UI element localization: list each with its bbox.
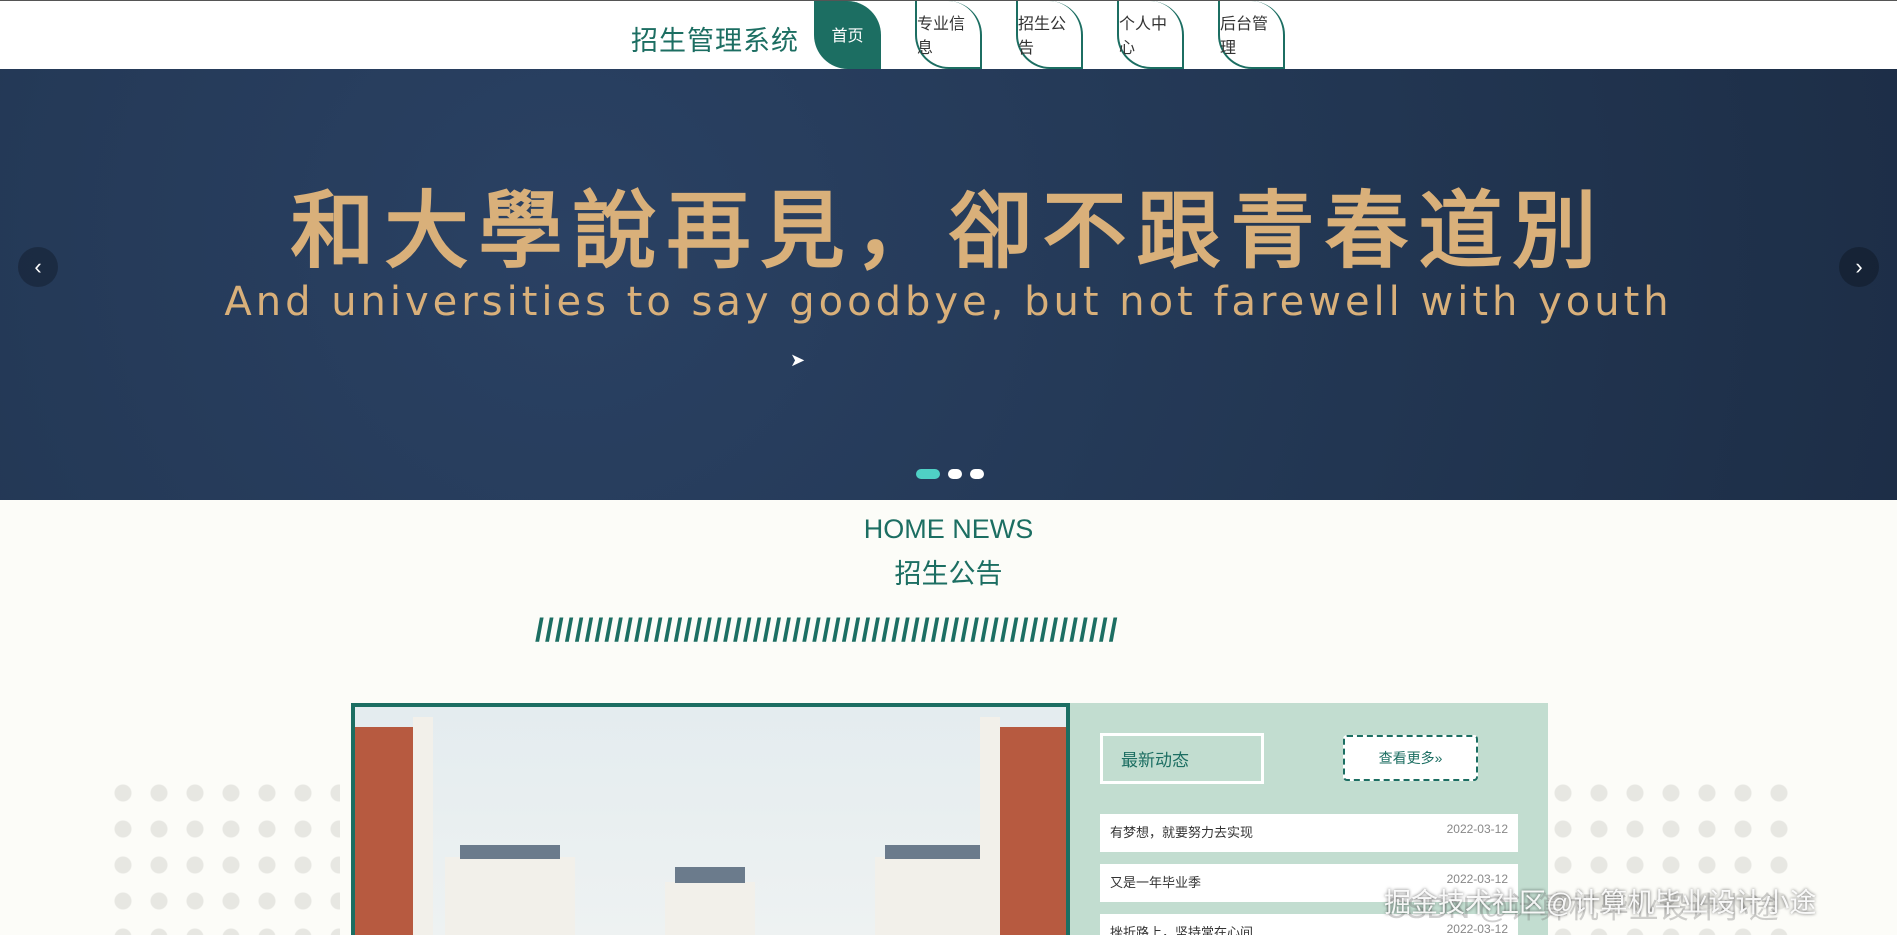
chevron-left-icon: ‹ [34,254,42,279]
nav-majors[interactable]: 专业信息 [915,1,982,69]
site-brand[interactable]: 招生管理系统 [631,19,799,58]
top-header: 招生管理系统 首页 专业信息 招生公告 个人中心 后台管理 [0,0,1897,69]
nav-profile[interactable]: 个人中心 [1117,1,1184,69]
carousel-dots [916,469,984,479]
campus-image [351,703,1070,935]
carousel-prev-button[interactable]: ‹ [18,247,58,287]
carousel-dot-2[interactable] [948,469,962,479]
news-item-title: 有梦想，就要努力去实现 [1110,825,1254,840]
carousel-dot-3[interactable] [970,469,984,479]
section-divider: ////////////////////////////////////////… [535,612,1119,648]
news-item-title: 又是一年毕业季 [1110,875,1202,890]
campus-building-right [995,727,1066,935]
decorative-dot-grid-left [105,775,340,935]
nav-announcements[interactable]: 招生公告 [1016,1,1083,69]
news-item[interactable]: 有梦想，就要努力去实现 2022-03-12 [1100,814,1518,852]
mouse-cursor-icon: ➤ [790,350,806,370]
view-more-button[interactable]: 查看更多» [1343,735,1478,781]
hero-title-cn: 和大學說再見，卻不跟青春道別 [290,182,1607,280]
section-title-cn: 招生公告 [894,559,1003,589]
news-panel-title: 最新动态 [1100,733,1264,784]
nav-home[interactable]: 首页 [814,1,881,69]
hero-carousel[interactable]: 和大學說再見，卻不跟青春道別 And universities to say g… [0,69,1897,500]
watermark-front: 掘金技术社区@计算机毕业设计小途 [1384,888,1817,918]
nav-admin[interactable]: 后台管理 [1218,1,1285,69]
section-title-en: HOME NEWS [863,514,1034,544]
campus-building-left [355,727,415,935]
chevron-right-icon: › [1855,254,1863,279]
carousel-next-button[interactable]: › [1839,247,1879,287]
carousel-dot-1[interactable] [916,469,940,479]
hero-title-en: And universities to say goodbye, but not… [224,279,1673,325]
main-nav: 首页 专业信息 招生公告 个人中心 后台管理 [814,1,1319,70]
news-item-date: 2022-03-12 [1446,822,1508,836]
news-item-title: 挫折路上，坚持常在心间 [1110,925,1254,935]
